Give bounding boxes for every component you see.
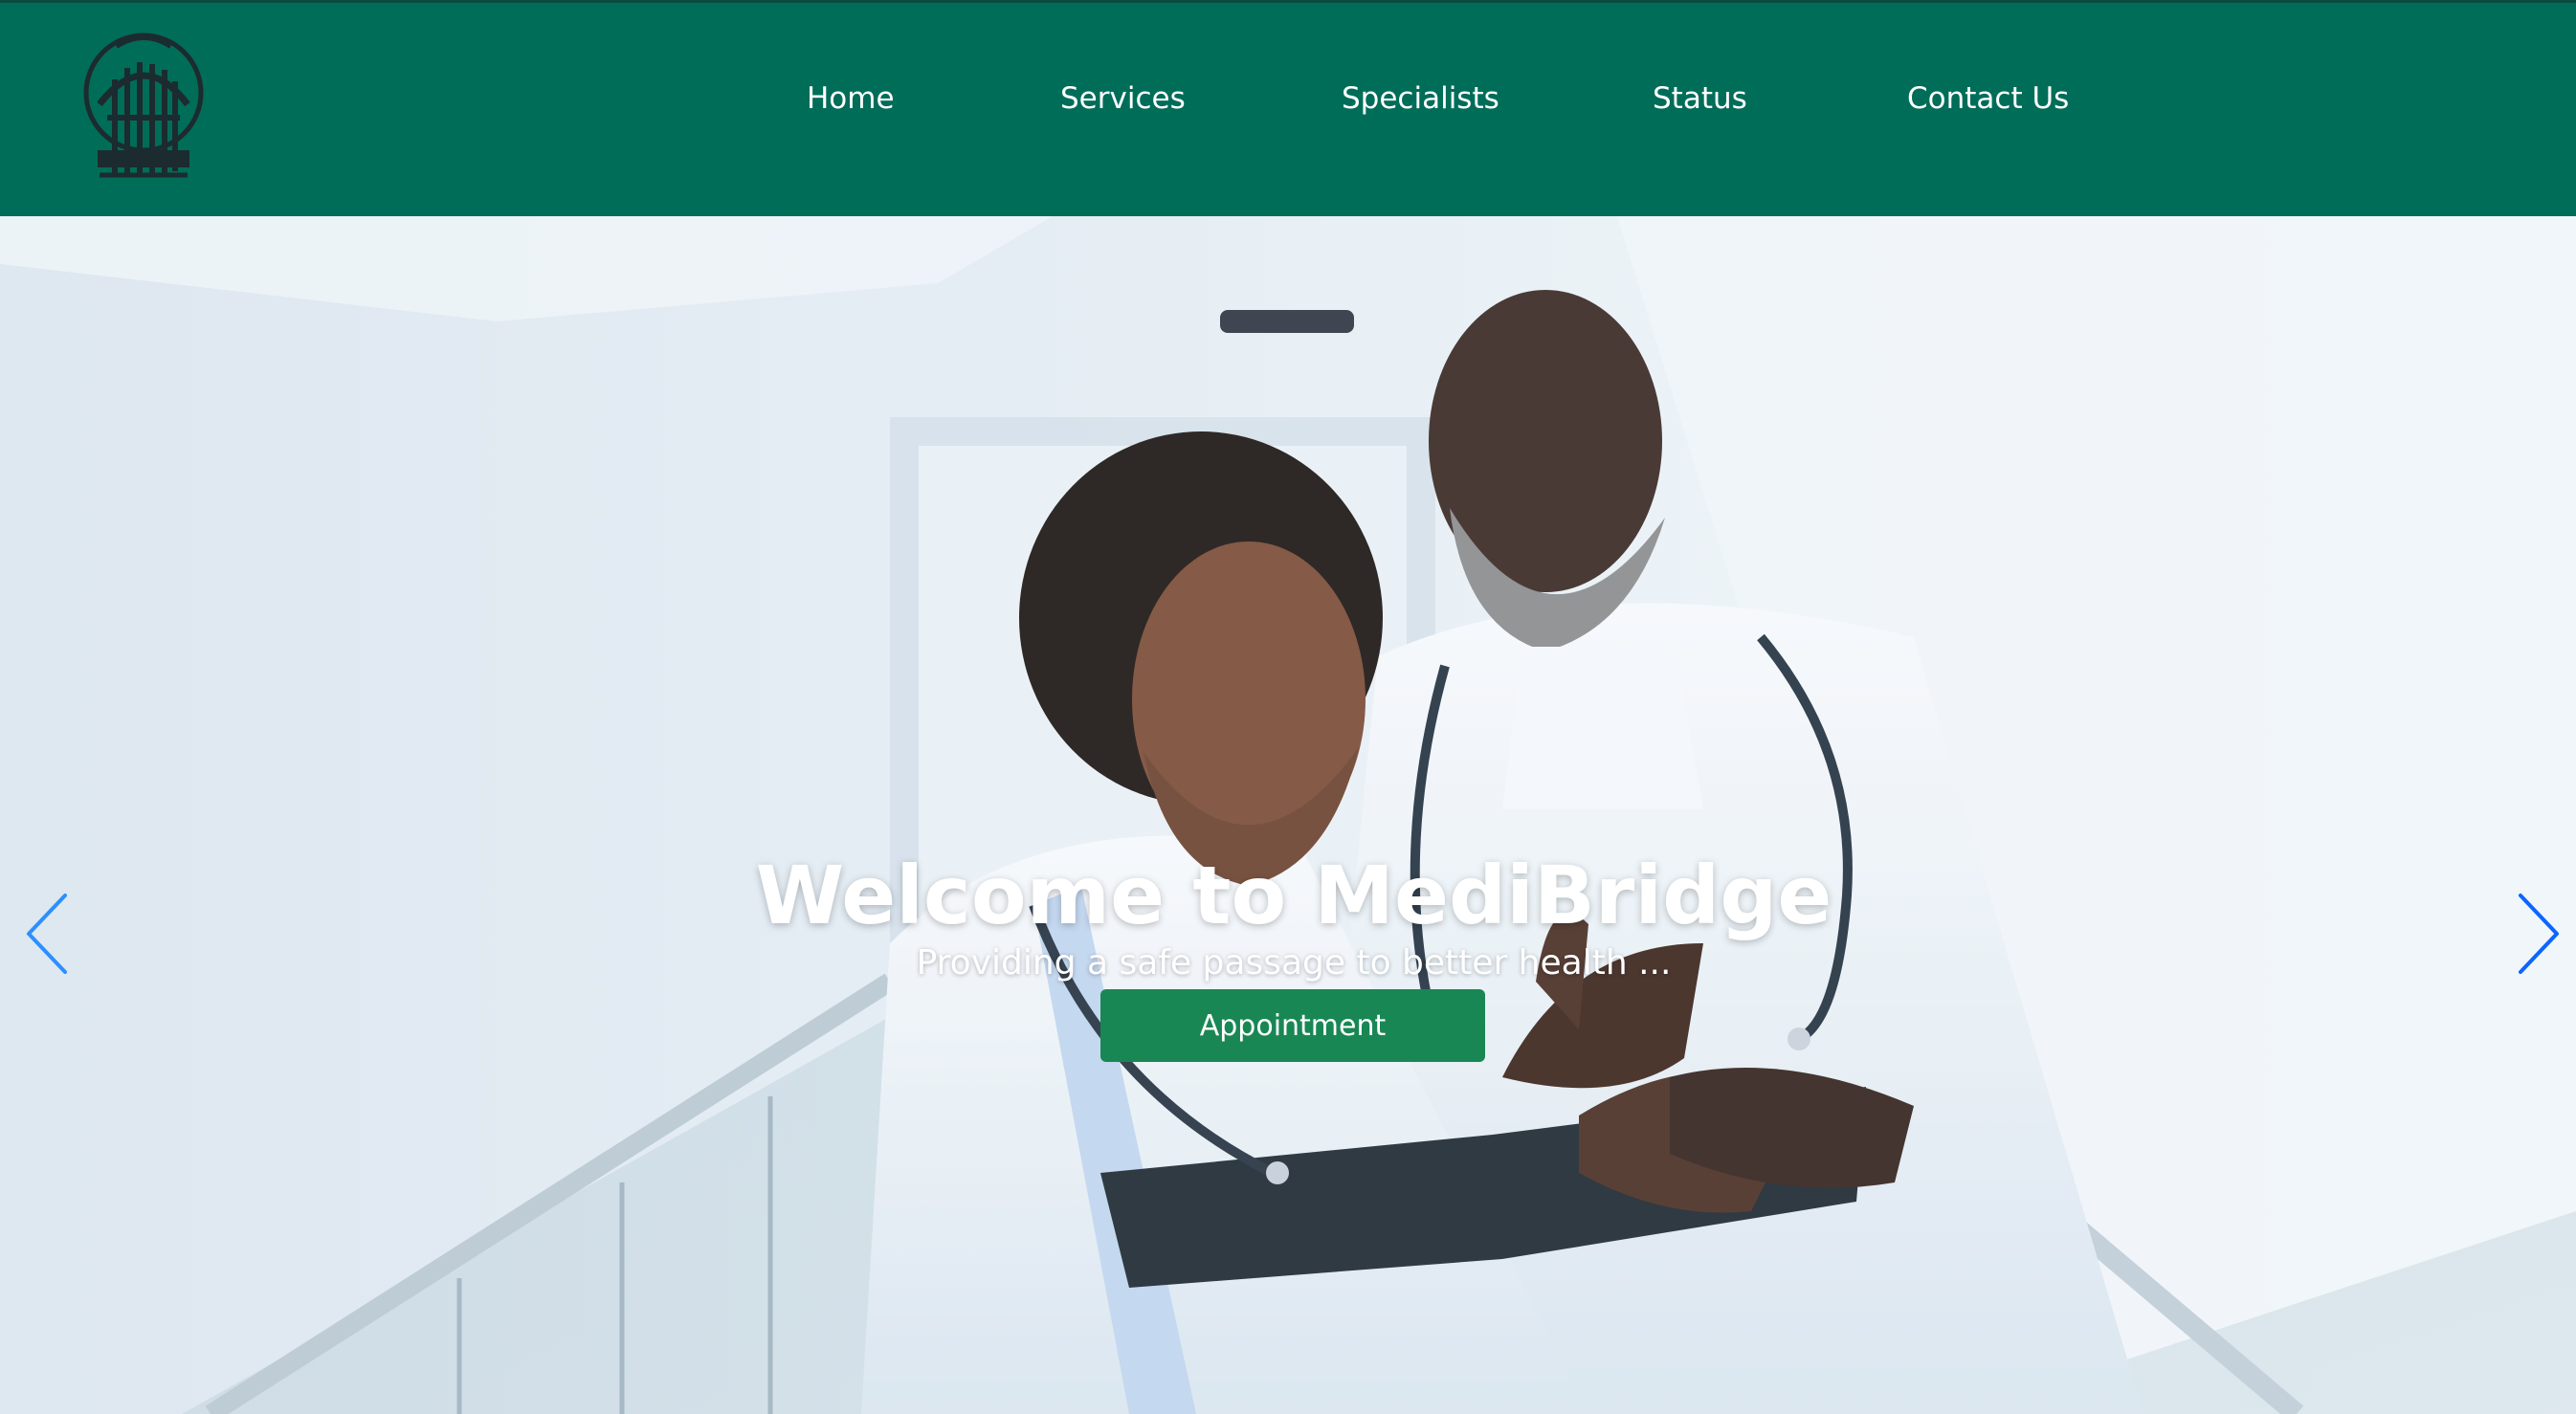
chevron-left-icon [27,894,67,974]
chevron-right-icon [2519,894,2559,974]
nav-services-link[interactable]: Services [1060,74,1186,123]
carousel-prev-button[interactable] [11,886,78,982]
nav-home-link[interactable]: Home [807,74,895,123]
appointment-button[interactable]: Appointment [1100,989,1485,1062]
navbar: Home Services Specialists Status Contact… [0,0,2576,216]
nav-status-link[interactable]: Status [1653,74,1747,123]
hero-subtitle: Providing a safe passage to better healt… [916,943,1672,983]
carousel-next-button[interactable] [2507,886,2574,982]
main-navigation: Home Services Specialists Status Contact… [0,3,2576,219]
hero-doctors-image [0,216,2576,1414]
nav-specialists-link[interactable]: Specialists [1342,74,1499,123]
hero-carousel: Welcome to MediBridge Providing a safe p… [0,216,2576,1414]
hero-title: Welcome to MediBridge [755,849,1832,943]
nav-contact-link[interactable]: Contact Us [1907,74,2069,123]
